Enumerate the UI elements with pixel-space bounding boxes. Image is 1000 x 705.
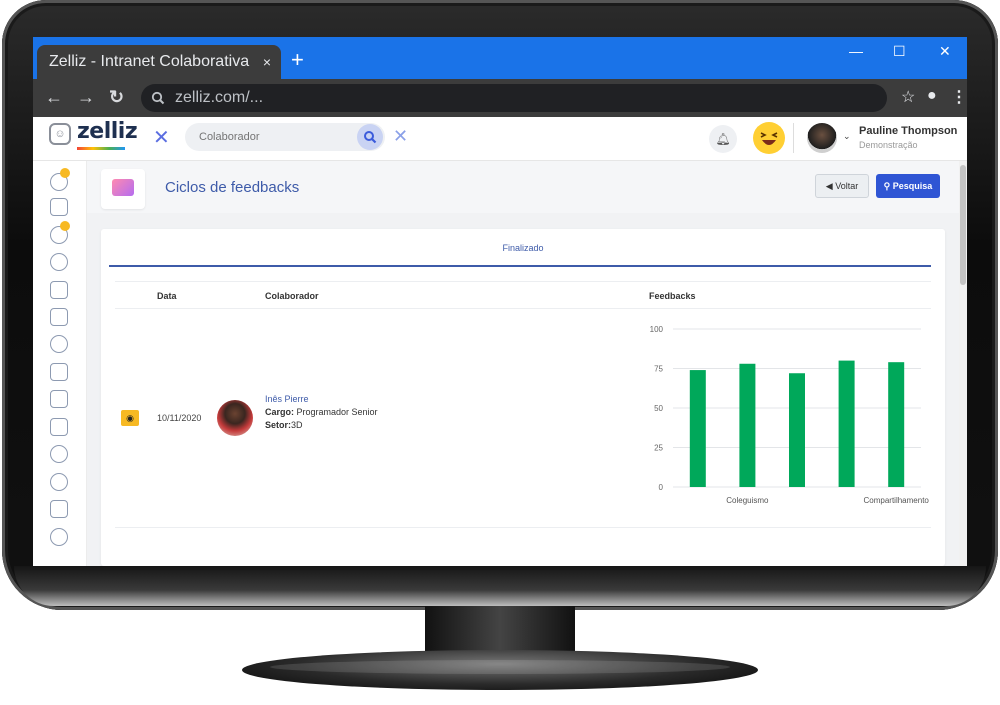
contact-card-icon [112, 179, 134, 196]
monitor-screen: Zelliz - Intranet Colaborativa × + — ☐ ✕… [33, 37, 967, 566]
presentation-icon[interactable] [50, 308, 68, 326]
monitor-chin [14, 566, 986, 606]
eye-icon[interactable]: ◉ [121, 410, 139, 426]
search-submit-button[interactable] [357, 124, 383, 150]
document-icon[interactable] [50, 500, 68, 518]
header-separator [793, 123, 794, 153]
logo-underline [77, 147, 125, 150]
left-sidebar [33, 161, 87, 566]
notes-icon[interactable] [50, 390, 68, 408]
certificate-icon[interactable] [50, 198, 68, 216]
kebab-menu-icon[interactable]: ⋮ [951, 87, 967, 107]
book-icon[interactable] [50, 363, 68, 381]
page-header: Ciclos de feedbacks ◀︎ Voltar ⚲ Pesquisa [87, 161, 959, 213]
back-button[interactable]: ◀︎ Voltar [815, 174, 869, 198]
new-tab-button[interactable]: + [291, 49, 304, 71]
cargo-value: Programador Senior [296, 407, 378, 417]
column-header-feedbacks: Feedbacks [649, 291, 696, 301]
chart-bar [789, 373, 805, 487]
calendar-icon[interactable] [50, 418, 68, 436]
chevron-down-icon[interactable]: ⌄ [843, 131, 851, 142]
search-button[interactable]: ⚲ Pesquisa [876, 174, 940, 198]
y-tick-label: 100 [650, 325, 664, 334]
location-icon[interactable] [50, 473, 68, 491]
profile-icon[interactable]: ● [927, 87, 937, 105]
page-title: Ciclos de feedbacks [165, 179, 300, 196]
tab-finalizado[interactable]: Finalizado [101, 243, 945, 253]
search-button-label: Pesquisa [892, 181, 933, 191]
divider [115, 527, 931, 528]
y-tick-label: 0 [659, 483, 664, 492]
address-bar[interactable]: zelliz.com/... [141, 84, 887, 112]
trophy-icon[interactable] [50, 335, 68, 353]
bell-icon[interactable]: 🔔︎ [709, 125, 737, 153]
divider [115, 281, 931, 282]
photo-icon[interactable] [50, 281, 68, 299]
laughing-emoji-icon[interactable] [753, 122, 785, 154]
handshake-icon[interactable] [50, 528, 68, 546]
gamepad-icon[interactable] [50, 445, 68, 463]
clear-search-icon[interactable]: ✕ [393, 126, 408, 147]
logo-icon: ☺ [49, 123, 71, 145]
user-role: Demonstração [859, 140, 918, 150]
person-icon[interactable] [50, 253, 68, 271]
collaborator-setor: Setor:3D [265, 420, 303, 430]
active-tab-indicator [109, 265, 931, 267]
user-name[interactable]: Pauline Thompson [859, 125, 957, 137]
x-tick-label: Compartilhamento [864, 496, 929, 505]
row-date: 10/11/2020 [157, 413, 202, 423]
address-text: zelliz.com/... [175, 89, 264, 106]
chart-bar [689, 370, 706, 487]
divider [115, 308, 931, 309]
y-tick-label: 25 [654, 444, 663, 453]
notification-badge [60, 221, 70, 231]
browser-tab-title: Zelliz - Intranet Colaborativa [49, 53, 250, 70]
setor-value: 3D [291, 420, 303, 430]
search-icon [151, 84, 165, 121]
x-tick-label: Coleguismo [726, 496, 769, 505]
close-window-button[interactable]: ✕ [939, 43, 951, 60]
collaborator-avatar [217, 400, 253, 436]
collaborator-search-input[interactable] [185, 123, 385, 151]
monitor-base-shine [270, 660, 730, 674]
browser-tab[interactable]: Zelliz - Intranet Colaborativa × [37, 45, 281, 79]
setor-label: Setor: [265, 420, 292, 430]
feedback-bar-chart: 0 25 50 75 100 Coleguismo Compartilhamento [650, 325, 929, 505]
minimize-button[interactable]: — [849, 43, 863, 59]
feedback-card: Finalizado Data Colaborador Feedbacks ◉ … [101, 229, 945, 566]
logo-text[interactable]: zelliz [77, 119, 138, 144]
forward-arrow-icon[interactable]: → [77, 87, 95, 107]
collaborator-cargo: Cargo: Programador Senior [265, 407, 378, 417]
chart-bar [888, 362, 905, 487]
close-menu-icon[interactable]: ✕ [153, 125, 170, 150]
app-header: ☺ zelliz ✕ ✕ 🔔︎ ⌄ Pauline Thompson Demon… [33, 117, 967, 161]
search-icon: ⚲ [883, 181, 891, 191]
cargo-label: Cargo: [265, 407, 294, 417]
maximize-button[interactable]: ☐ [893, 43, 906, 60]
chart-bar [739, 363, 756, 487]
collaborator-name[interactable]: Inês Pierre [265, 394, 309, 404]
column-header-collaborator: Colaborador [265, 291, 319, 301]
notification-badge [60, 168, 70, 178]
user-avatar[interactable] [807, 123, 837, 153]
browser-toolbar: ← → ↻ zelliz.com/... ☆ ● ⋮ [33, 79, 967, 117]
arrow-circle-left-icon: ◀︎ [825, 181, 833, 191]
column-header-date: Data [157, 291, 177, 301]
back-arrow-icon[interactable]: ← [45, 87, 63, 107]
scrollbar-thumb[interactable] [960, 165, 966, 285]
chart-bar [838, 360, 855, 487]
y-tick-label: 50 [654, 404, 663, 413]
star-icon[interactable]: ☆ [901, 87, 915, 107]
y-tick-label: 75 [654, 365, 663, 374]
page-icon-box [101, 169, 145, 209]
reload-icon[interactable]: ↻ [109, 87, 124, 107]
browser-titlebar: Zelliz - Intranet Colaborativa × + — ☐ ✕ [33, 37, 967, 79]
tab-close-icon[interactable]: × [263, 45, 271, 79]
back-button-label: Voltar [835, 181, 859, 191]
